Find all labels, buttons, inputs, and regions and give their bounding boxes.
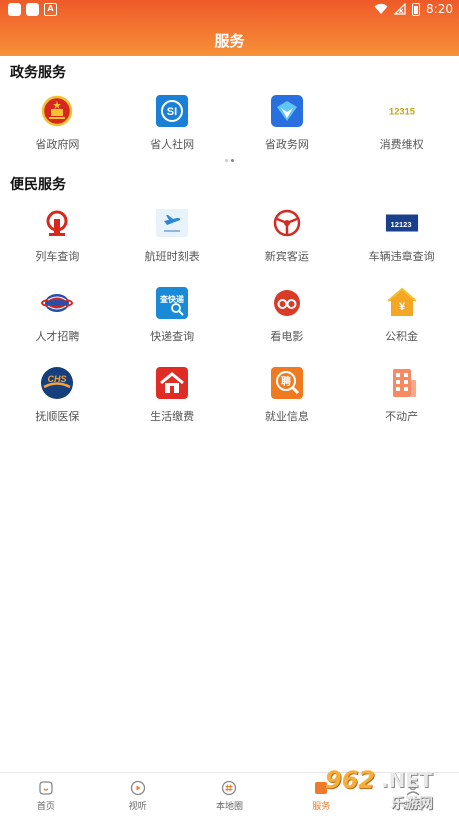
express-search-icon: 查快递 (155, 286, 189, 320)
page-dot (225, 159, 228, 162)
tab-label: 首页 (36, 802, 55, 812)
service-label: 消费维权 (379, 138, 424, 151)
service-label: 抚顺医保 (35, 410, 80, 423)
service-label: 公积金 (385, 330, 419, 343)
status-system-icons: 8:20 (374, 2, 453, 16)
status-bar: A 8:20 (0, 0, 459, 20)
service-item-bus[interactable]: 新宾客运 (230, 198, 345, 278)
play-icon (130, 780, 145, 796)
service-label: 生活缴费 (150, 410, 195, 423)
movie-glasses-icon (270, 286, 304, 320)
hashtag-icon (222, 780, 237, 796)
service-label: 新宾客运 (264, 250, 309, 263)
service-item-consumer-rights[interactable]: 12315 消费维权 (344, 86, 459, 166)
app-notification-icon: A (44, 3, 57, 16)
national-emblem-icon (40, 94, 74, 128)
service-item-gov-portal[interactable]: 省政府网 (0, 86, 115, 166)
service-item-traffic-violation[interactable]: 12123 车辆违章查询 (344, 198, 459, 278)
service-label: 快递查询 (150, 330, 195, 343)
notification-icon (26, 3, 39, 16)
service-item-express[interactable]: 查快递 快递查询 (115, 278, 230, 358)
page-dot-active (231, 159, 234, 162)
service-item-medical-insurance[interactable]: CHS 抚顺医保 (0, 358, 115, 438)
service-item-real-estate[interactable]: 不动产 (344, 358, 459, 438)
page-title: 服务 (214, 32, 245, 50)
service-item-movie[interactable]: 看电影 (230, 278, 345, 358)
icon-text: 聘 (281, 375, 291, 388)
icon-text: 12123 (390, 220, 411, 229)
icon-text: 查快递 (160, 294, 184, 304)
home-icon (39, 781, 53, 795)
steering-wheel-icon (270, 206, 304, 240)
tab-label: 视听 (128, 802, 147, 812)
service-item-gov-affairs[interactable]: 省政务网 (230, 86, 345, 166)
service-label: 省人社网 (150, 138, 195, 151)
housing-fund-icon: ¥ (385, 286, 419, 320)
app-header: A 8:20 服务 (0, 0, 459, 56)
medical-insurance-icon: CHS (40, 366, 74, 400)
icon-text: 12315 (389, 106, 415, 116)
watermark-suffix: .NET (381, 768, 433, 792)
service-item-housing-fund[interactable]: ¥ 公积金 (344, 278, 459, 358)
tab-label: 本地圈 (215, 802, 243, 812)
life-services-grid: 列车查询 航班时刻表 新宾客运 12123 车辆违章查询 人才招聘 查快递 快递… (0, 198, 459, 438)
icon-text: CHS (48, 374, 67, 384)
home-payment-icon (155, 366, 189, 400)
tab-home[interactable]: 首页 (0, 773, 92, 816)
service-label: 列车查询 (35, 250, 80, 263)
service-label: 航班时刻表 (144, 250, 200, 263)
gov-service-icon (270, 94, 304, 128)
railway-icon (40, 206, 74, 240)
service-label: 就业信息 (264, 410, 309, 423)
notification-icon (8, 3, 21, 16)
talent-globe-icon (40, 286, 74, 320)
wifi-icon (374, 3, 388, 15)
section-title-gov: 政务服务 (10, 65, 66, 81)
service-label: 看电影 (270, 330, 304, 343)
site-watermark: 962 .NET 乐游网 (315, 766, 455, 814)
status-notification-icons: A (8, 3, 57, 16)
service-item-train[interactable]: 列车查询 (0, 198, 115, 278)
tab-local[interactable]: 本地圈 (184, 773, 276, 816)
service-item-recruitment[interactable]: 人才招聘 (0, 278, 115, 358)
watermark-cn: 乐游网 (391, 796, 433, 812)
watermark-brand: 962 (325, 766, 376, 794)
service-item-flight[interactable]: 航班时刻表 (115, 198, 230, 278)
service-item-utility-payment[interactable]: 生活缴费 (115, 358, 230, 438)
si-logo-icon: SI (155, 94, 189, 128)
real-estate-icon (385, 366, 419, 400)
traffic-12123-icon: 12123 (385, 206, 419, 240)
service-label: 省政府网 (35, 138, 80, 151)
service-item-social-security[interactable]: SI 省人社网 (115, 86, 230, 166)
service-item-employment[interactable]: 聘 就业信息 (230, 358, 345, 438)
page-indicator (0, 159, 459, 162)
section-title-life: 便民服务 (10, 177, 66, 193)
icon-text: ¥ (399, 301, 406, 313)
service-label: 人才招聘 (35, 330, 80, 343)
hotline-12315-icon: 12315 (385, 94, 419, 128)
tab-media[interactable]: 视听 (92, 773, 184, 816)
svg-text:SI: SI (167, 106, 177, 118)
gov-services-grid: 省政府网 SI 省人社网 省政务网 12315 消费维权 (0, 86, 459, 166)
battery-icon (412, 2, 421, 16)
employment-icon: 聘 (270, 366, 304, 400)
service-label: 车辆违章查询 (368, 250, 435, 263)
status-time: 8:20 (426, 2, 453, 16)
service-label: 省政务网 (264, 138, 309, 151)
flight-icon (155, 206, 189, 240)
service-label: 不动产 (385, 410, 419, 423)
signal-off-icon (394, 3, 406, 15)
